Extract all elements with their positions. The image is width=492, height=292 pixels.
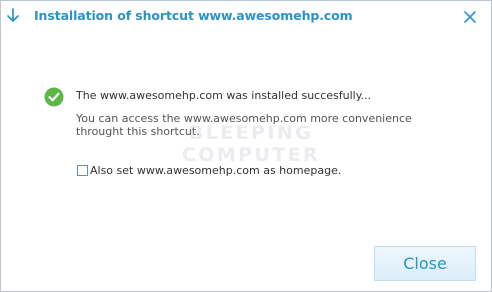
homepage-checkbox-label[interactable]: Also set www.awesomehp.com as homepage. (90, 164, 341, 177)
success-check-icon (44, 87, 64, 107)
dialog-title: Installation of shortcut www.awesomehp.c… (34, 8, 353, 23)
homepage-checkbox[interactable] (77, 165, 88, 176)
close-button[interactable]: Close (374, 246, 476, 281)
homepage-option[interactable]: Also set www.awesomehp.com as homepage. (77, 164, 341, 177)
info-message: You can access the www.awesomehp.com mor… (76, 112, 412, 138)
close-icon[interactable] (460, 7, 480, 27)
install-dialog: Installation of shortcut www.awesomehp.c… (0, 0, 492, 292)
success-message: The www.awesomehp.com was installed succ… (76, 89, 372, 102)
download-arrow-icon (7, 8, 19, 22)
title-bar: Installation of shortcut www.awesomehp.c… (1, 1, 491, 33)
